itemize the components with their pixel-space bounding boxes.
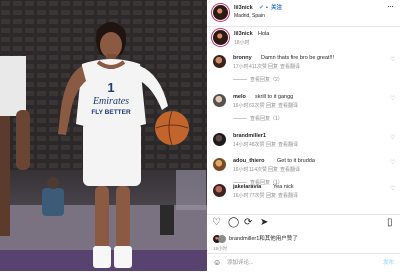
reply-button[interactable]: 回复 (268, 167, 278, 174)
translate-button[interactable]: 查看翻译 (278, 142, 298, 149)
comment-list: lil3nick Hola 18小时 bronny Damn thats fir… (207, 27, 400, 205)
bookmark-icon[interactable]: ▯ (387, 218, 393, 228)
comment-avatar[interactable] (213, 94, 226, 107)
translate-button[interactable]: 查看翻译 (280, 167, 300, 174)
comment-username[interactable]: adou_thiero (233, 158, 264, 165)
reply-button[interactable]: 回复 (268, 64, 278, 71)
comment-text: Damn thats fire bro be great!!! (261, 55, 335, 61)
liker-avatar (218, 235, 226, 243)
like-comment-icon[interactable]: ♡ (390, 160, 395, 166)
comment-time: 16小时 (233, 167, 249, 173)
caption-time: 18小时 (234, 40, 250, 46)
comment-likes[interactable]: 62次赞 (249, 103, 265, 110)
like-comment-icon[interactable]: ♡ (390, 135, 395, 141)
post-photo[interactable]: 1 Emirates FLY BETTER (0, 0, 207, 271)
like-comment-icon[interactable]: ♡ (390, 57, 395, 63)
translate-button[interactable]: 查看翻译 (280, 64, 300, 71)
reply-button[interactable]: 回复 (266, 103, 276, 110)
comment-likes[interactable]: 77次赞 (249, 193, 265, 200)
comment-avatar[interactable] (213, 184, 226, 197)
jersey-brand: Emirates (92, 96, 129, 107)
comment-likes[interactable]: 114次赞 (249, 167, 267, 174)
comment-time: 17小时 (233, 64, 249, 70)
like-icon[interactable]: ♡ (212, 218, 221, 228)
comment-username[interactable]: jakelaravia (233, 184, 261, 191)
comment-time: 16小时 (233, 103, 249, 109)
comments-panel: lil3nick ✔ • 关注 Madrid, Spain ··· lil3ni… (207, 0, 400, 271)
view-replies-button[interactable]: 查看回复（2） (233, 76, 283, 83)
comment-text: skrill to it gangg (255, 94, 294, 100)
jersey-number: 1 (107, 80, 114, 95)
post-header: lil3nick ✔ • 关注 Madrid, Spain ··· (207, 0, 400, 27)
verified-icon: ✔ (259, 5, 265, 11)
repost-icon[interactable]: ⟳ (244, 218, 252, 228)
view-replies-button[interactable]: 查看回复（1） (233, 115, 283, 122)
comment-username[interactable]: brandmiller1 (233, 133, 266, 140)
follow-button[interactable]: 关注 (271, 5, 282, 12)
comment-text: Get to it brudda (277, 158, 315, 164)
photo-illustration: 1 Emirates FLY BETTER (0, 0, 207, 271)
post-view: 1 Emirates FLY BETTER lil3nick ✔ • 关注 Ma… (0, 0, 400, 271)
dot-separator: • (266, 5, 268, 11)
translate-button[interactable]: 查看翻译 (278, 193, 298, 200)
caption-avatar[interactable] (213, 30, 228, 45)
post-comment-button[interactable]: 发布 (383, 260, 394, 267)
comment-username[interactable]: bronny (233, 55, 252, 62)
jersey-slogan: FLY BETTER (91, 109, 131, 116)
emoji-icon[interactable]: ☺ (213, 259, 221, 267)
caption-text: Hola (258, 31, 270, 37)
comment-likes[interactable]: 48次赞 (249, 142, 265, 149)
like-comment-icon[interactable]: ♡ (390, 186, 395, 192)
liked-by-text[interactable]: brandmiller1和其他用户赞了 (229, 236, 298, 243)
comment-time: 14小时 (233, 142, 249, 148)
post-time: 18小时 (213, 246, 228, 251)
comment-icon[interactable]: ◯ (228, 218, 239, 228)
author-avatar[interactable] (213, 5, 228, 20)
comment-username[interactable]: melo (233, 94, 246, 101)
post-actions: ♡ ◯ ⟳ ➤ ▯ (207, 214, 400, 231)
comment-time: 16小时 (233, 193, 249, 199)
comment-avatar[interactable] (213, 158, 226, 171)
reply-button[interactable]: 回复 (266, 193, 276, 200)
more-options-icon[interactable]: ··· (387, 2, 394, 11)
author-username[interactable]: lil3nick (234, 5, 253, 12)
reply-button[interactable]: 回复 (266, 142, 276, 149)
share-icon[interactable]: ➤ (260, 218, 268, 228)
comment-text: Yea nick (273, 184, 294, 190)
like-comment-icon[interactable]: ♡ (390, 96, 395, 102)
caption-username[interactable]: lil3nick (234, 31, 253, 38)
post-location[interactable]: Madrid, Spain (234, 13, 265, 20)
add-comment-bar: ☺ 添加评论... 发布 (207, 253, 400, 272)
comment-avatar[interactable] (213, 133, 226, 146)
comment-likes[interactable]: 411次赞 (249, 64, 267, 71)
comment-avatar[interactable] (213, 55, 226, 68)
comment-input[interactable]: 添加评论... (227, 260, 254, 267)
translate-button[interactable]: 查看翻译 (278, 103, 298, 110)
